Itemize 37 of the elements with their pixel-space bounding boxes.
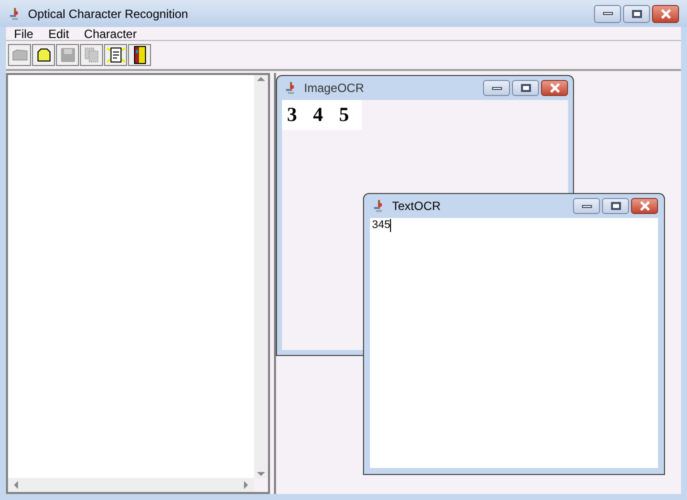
- document-icon: [106, 46, 124, 64]
- menu-item[interactable]: Edit: [48, 28, 70, 40]
- frame-title: TextOCR: [392, 198, 442, 215]
- minimize-button[interactable]: [483, 80, 510, 96]
- digit-glyph: 5: [339, 103, 349, 128]
- frame-title: ImageOCR: [304, 80, 366, 97]
- folder-icon: [12, 48, 28, 62]
- text-area[interactable]: 345: [370, 218, 658, 468]
- close-icon: [638, 201, 650, 211]
- menu-item[interactable]: File: [14, 28, 34, 40]
- maximize-button[interactable]: [602, 198, 629, 214]
- close-icon: [660, 8, 672, 18]
- horizontal-scrollbar[interactable]: [8, 478, 254, 492]
- close-icon: [548, 83, 560, 93]
- minimize-button[interactable]: [573, 198, 600, 214]
- maximize-button[interactable]: [623, 4, 650, 22]
- digit-glyph: 3: [287, 103, 297, 128]
- vertical-scrollbar[interactable]: [254, 75, 268, 478]
- digit-glyph: 4: [313, 103, 323, 128]
- folder-icon: [36, 48, 52, 62]
- pages-icon: [84, 47, 100, 63]
- close-button[interactable]: [631, 198, 658, 214]
- toolbar-button[interactable]: [128, 44, 151, 66]
- scroll-left-icon[interactable]: [14, 481, 18, 489]
- toolbar-button[interactable]: [104, 44, 127, 66]
- window-title: Optical Character Recognition: [28, 6, 190, 22]
- close-button[interactable]: [652, 4, 679, 22]
- close-button[interactable]: [541, 80, 568, 96]
- scroll-right-icon[interactable]: [244, 481, 248, 489]
- door-icon: [134, 46, 146, 64]
- maximize-button[interactable]: [512, 80, 539, 96]
- text-value: 345: [372, 219, 390, 232]
- scrollbar-corner: [254, 478, 268, 492]
- menu-item[interactable]: Character: [84, 28, 137, 40]
- toolbar-button[interactable]: [32, 44, 55, 66]
- minimize-button[interactable]: [594, 4, 621, 22]
- scroll-up-icon[interactable]: [257, 77, 265, 81]
